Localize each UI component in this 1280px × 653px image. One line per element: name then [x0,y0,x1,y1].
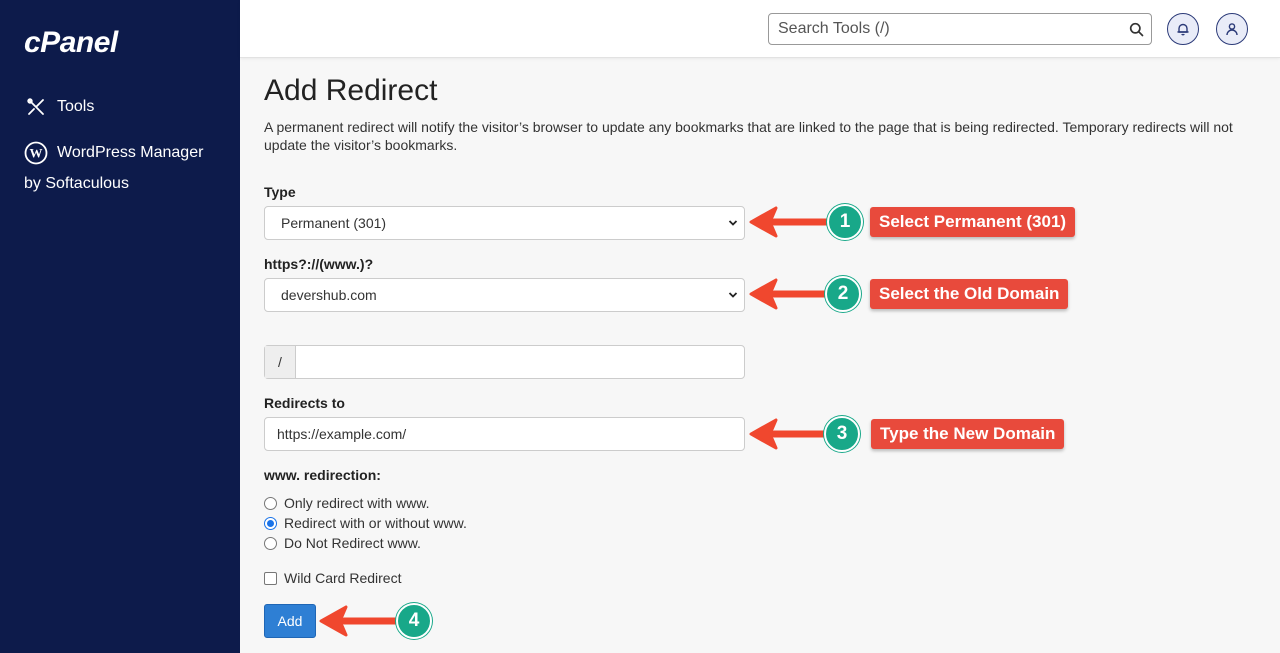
step-badge-1: 1 [827,204,863,240]
radio-label: Only redirect with www. [284,495,430,511]
type-select[interactable]: Permanent (301) [264,206,745,240]
user-icon [1226,23,1238,36]
wildcard-redirect-row[interactable]: Wild Card Redirect [264,570,401,586]
radio-button[interactable] [264,536,277,550]
radio-label: Do Not Redirect www. [284,535,421,551]
step-badge-4: 4 [396,603,432,639]
tools-icon [24,95,48,119]
domain-select-value: devershub.com [281,287,377,303]
step-badge-3: 3 [824,416,860,452]
search-tools-box [768,13,1152,45]
redirects-to-label: Redirects to [264,395,345,411]
search-input[interactable] [769,14,1121,44]
domain-select[interactable]: devershub.com [264,278,745,312]
callout-step-2: Select the Old Domain [870,279,1069,309]
notifications-button[interactable] [1167,13,1199,45]
chevron-down-icon [728,292,738,298]
sidebar-item-label-line2[interactable]: by Softaculous [24,175,129,193]
sidebar-item-label: Tools [57,98,95,115]
arrow-icon [749,418,828,450]
path-input-group: / [264,345,745,379]
wildcard-label: Wild Card Redirect [284,570,402,586]
wordpress-icon: W [24,141,48,165]
path-input[interactable] [296,346,744,378]
callout-step-1: Select Permanent (301) [870,207,1076,237]
radio-button[interactable] [264,516,277,530]
type-select-value: Permanent (301) [281,215,387,231]
radio-with-or-without-www[interactable]: Redirect with or without www. [264,515,467,531]
radio-label: Redirect with or without www. [284,515,467,531]
chevron-down-icon [728,220,738,226]
top-header [240,0,1280,58]
step-badge-2: 2 [825,276,861,312]
cpanel-logo[interactable]: cPanel [24,26,118,60]
page-description: A permanent redirect will notify the vis… [264,119,1233,153]
callout-step-3: Type the New Domain [871,419,1065,449]
radio-only-www[interactable]: Only redirect with www. [264,495,429,511]
sidebar-item-label: WordPress Manager [57,144,204,161]
bell-icon [1177,23,1189,36]
page-title: Add Redirect [264,74,438,107]
domain-label: https?://(www.)? [264,256,374,272]
sidebar-item-tools[interactable]: Tools [24,95,94,119]
arrow-icon [749,278,828,310]
wildcard-checkbox[interactable] [264,571,277,585]
redirects-to-input[interactable]: https://example.com/ [264,417,745,451]
path-prefix: / [265,346,296,378]
radio-do-not-redirect-www[interactable]: Do Not Redirect www. [264,535,421,551]
sidebar: cPanel Tools W WordPress Manager by Soft… [0,0,240,653]
sidebar-item-wordpress-manager[interactable]: W WordPress Manager [24,141,203,165]
user-menu-button[interactable] [1216,13,1248,45]
type-label: Type [264,184,296,200]
search-icon[interactable] [1121,14,1151,44]
www-redirection-label: www. redirection: [264,467,381,483]
add-button[interactable]: Add [264,604,316,638]
radio-button[interactable] [264,496,277,510]
arrow-icon [749,206,830,238]
arrow-icon [319,605,402,637]
svg-text:W: W [30,146,43,161]
